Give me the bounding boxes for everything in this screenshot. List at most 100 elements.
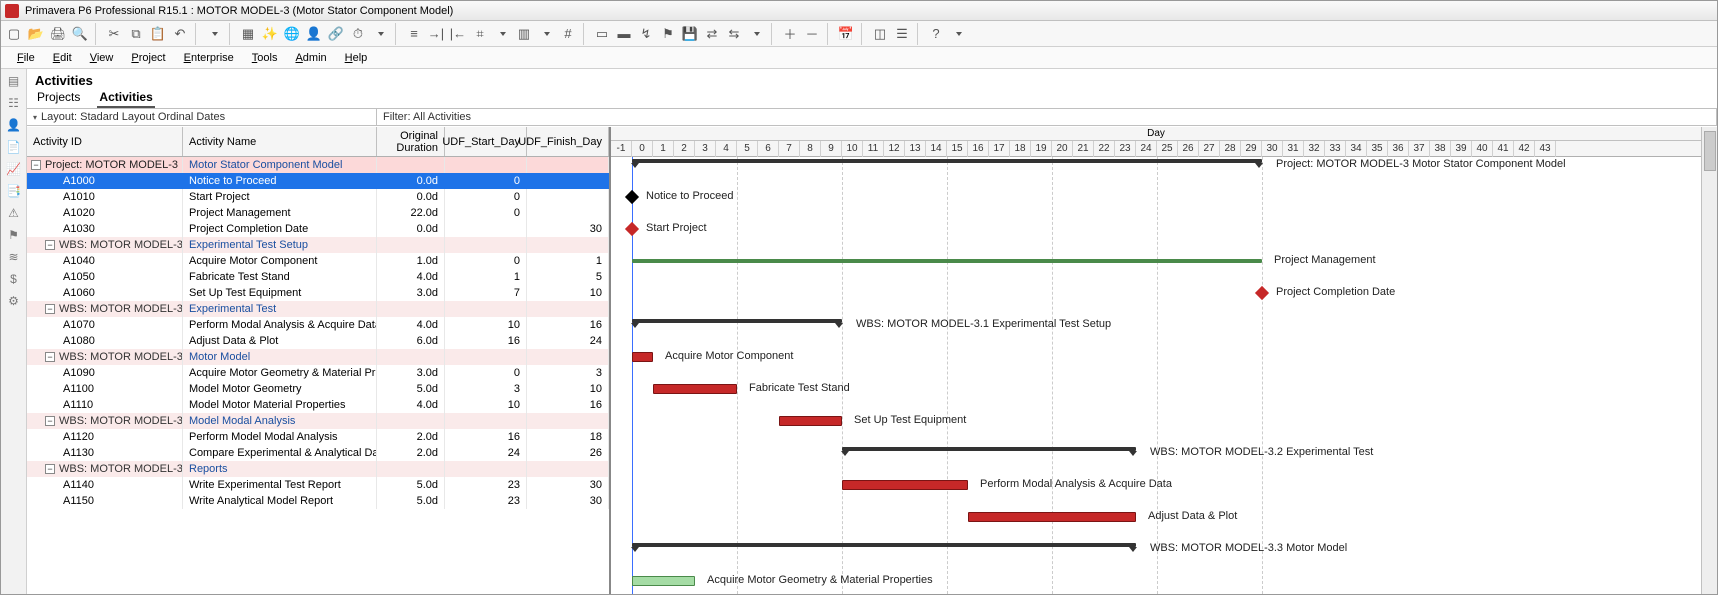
col-activity-name[interactable]: Activity Name [183, 127, 377, 156]
rail-expenses-icon[interactable]: $ [6, 271, 22, 287]
rail-admin-icon[interactable]: ⚙ [6, 293, 22, 309]
gantt-row[interactable]: Acquire Motor Geometry & Material Proper… [611, 573, 1701, 589]
gantt-chart[interactable]: Day -10123456789101112131415161718192021… [611, 127, 1701, 594]
gantt-row[interactable]: Project: MOTOR MODEL-3 Motor Stator Comp… [611, 157, 1701, 173]
rail-activities-icon[interactable]: ▤ [6, 73, 22, 89]
rail-issues-icon[interactable]: ⚠ [6, 205, 22, 221]
toolbar-new-button[interactable]: ▢ [3, 23, 25, 45]
toolbar-num-button[interactable]: # [557, 23, 579, 45]
gantt-row[interactable]: Project Completion Date [611, 285, 1701, 301]
activity-row[interactable]: A1010Start Project0.0d0 [27, 189, 609, 205]
activity-row[interactable]: A1110Model Motor Material Properties4.0d… [27, 397, 609, 413]
activity-row[interactable]: A1000Notice to Proceed0.0d0 [27, 173, 609, 189]
rail-tracking-icon[interactable]: 📈 [6, 161, 22, 177]
toolbar-dropdown[interactable] [947, 23, 969, 45]
gantt-row[interactable]: Notice to Proceed [611, 189, 1701, 205]
toolbar-wizard-button[interactable]: ✨ [259, 23, 281, 45]
toolbar-dropdown[interactable] [491, 23, 513, 45]
rail-docs-icon[interactable]: 📑 [6, 183, 22, 199]
toolbar-copy-button[interactable]: ⧉ [125, 23, 147, 45]
menu-admin[interactable]: Admin [287, 50, 334, 66]
toolbar-dropdown[interactable] [369, 23, 391, 45]
toolbar-global-button[interactable]: 🌐 [281, 23, 303, 45]
wbs-row[interactable]: −WBS: MOTOR MODEL-3.2Experimental Test [27, 301, 609, 317]
summary-bar[interactable] [842, 447, 1136, 451]
rail-resources-icon[interactable]: 👤 [6, 117, 22, 133]
rail-thresholds-icon[interactable]: ≋ [6, 249, 22, 265]
menu-project[interactable]: Project [123, 50, 173, 66]
col-udf-finish-day[interactable]: UDF_Finish_Day [527, 127, 609, 156]
milestone-icon[interactable] [1255, 286, 1269, 300]
summary-bar[interactable] [632, 159, 1262, 163]
rail-wbs-icon[interactable]: ☷ [6, 95, 22, 111]
menu-view[interactable]: View [82, 50, 122, 66]
col-udf-start-day[interactable]: UDF_Start_Day [445, 127, 527, 156]
toolbar-progress-button[interactable]: ▭ [591, 23, 613, 45]
toolbar-reflect-button[interactable]: ⇆ [723, 23, 745, 45]
milestone-icon[interactable] [625, 190, 639, 204]
gantt-row[interactable]: WBS: MOTOR MODEL-3.2 Experimental Test [611, 445, 1701, 461]
toolbar-dropdown[interactable] [535, 23, 557, 45]
toolbar-sched-button[interactable]: ⏱ [347, 23, 369, 45]
gantt-row[interactable]: Adjust Data & Plot [611, 509, 1701, 525]
milestone-icon[interactable] [625, 222, 639, 236]
task-bar[interactable] [632, 352, 653, 362]
toolbar-link-button[interactable]: 🔗 [325, 23, 347, 45]
toolbar-filter-button[interactable]: ⌗ [469, 23, 491, 45]
activity-row[interactable]: A1060Set Up Test Equipment3.0d710 [27, 285, 609, 301]
toolbar-timescale-button[interactable]: 📅 [835, 23, 857, 45]
toolbar-print-button[interactable]: 🖨 [47, 23, 69, 45]
gantt-row[interactable]: Acquire Motor Component [611, 349, 1701, 365]
toolbar-print-preview-button[interactable]: 🔍 [69, 23, 91, 45]
collapse-icon[interactable]: − [45, 304, 55, 314]
activity-row[interactable]: A1030Project Completion Date0.0d30 [27, 221, 609, 237]
activity-row[interactable]: A1080Adjust Data & Plot6.0d1624 [27, 333, 609, 349]
task-bar[interactable] [968, 512, 1136, 522]
tab-activities[interactable]: Activities [97, 88, 154, 108]
menu-file[interactable]: File [9, 50, 43, 66]
toolbar-indent-button[interactable]: →| [425, 23, 447, 45]
toolbar-spreadsheet-button[interactable]: ▦ [237, 23, 259, 45]
toolbar-trace-button[interactable]: ↯ [635, 23, 657, 45]
layout-cell[interactable]: ▾ Layout: Stadard Layout Ordinal Dates [27, 109, 377, 125]
toolbar-claim-button[interactable]: ⚑ [657, 23, 679, 45]
menu-tools[interactable]: Tools [244, 50, 286, 66]
collapse-icon[interactable]: − [45, 464, 55, 474]
activity-row[interactable]: A1140Write Experimental Test Report5.0d2… [27, 477, 609, 493]
collapse-icon[interactable]: − [45, 240, 55, 250]
toolbar-baseline-button[interactable]: ▬ [613, 23, 635, 45]
toolbar-cut-button[interactable]: ✂ [103, 23, 125, 45]
gantt-row[interactable]: Set Up Test Equipment [611, 413, 1701, 429]
rail-reports-icon[interactable]: 📄 [6, 139, 22, 155]
activity-row[interactable]: A1070Perform Modal Analysis & Acquire Da… [27, 317, 609, 333]
collapse-icon[interactable]: − [31, 160, 41, 170]
vertical-scrollbar[interactable] [1701, 127, 1717, 594]
menu-edit[interactable]: Edit [45, 50, 80, 66]
toolbar-zoom-out-button[interactable]: － [801, 23, 823, 45]
activity-row[interactable]: A1050Fabricate Test Stand4.0d15 [27, 269, 609, 285]
gantt-row[interactable]: Perform Modal Analysis & Acquire Data [611, 477, 1701, 493]
task-bar[interactable] [842, 480, 968, 490]
menu-help[interactable]: Help [337, 50, 376, 66]
col-activity-id[interactable]: Activity ID [27, 127, 183, 156]
activity-row[interactable]: A1120Perform Model Modal Analysis2.0d161… [27, 429, 609, 445]
toolbar-undo-button[interactable]: ↶ [169, 23, 191, 45]
toolbar-help-button[interactable]: ? [925, 23, 947, 45]
rail-risks-icon[interactable]: ⚑ [6, 227, 22, 243]
gantt-row[interactable]: Project Management [611, 253, 1701, 269]
toolbar-cols-button[interactable]: ▥ [513, 23, 535, 45]
task-bar[interactable] [632, 576, 695, 586]
toolbar-outdent-button[interactable]: |← [447, 23, 469, 45]
task-bar[interactable] [779, 416, 842, 426]
wbs-row[interactable]: −WBS: MOTOR MODEL-3.3Motor Model [27, 349, 609, 365]
activity-row[interactable]: A1130Compare Experimental & Analytical D… [27, 445, 609, 461]
wbs-row[interactable]: −WBS: MOTOR MODEL-3.1Experimental Test S… [27, 237, 609, 253]
toolbar-zoom-in-button[interactable]: ＋ [779, 23, 801, 45]
toolbar-align-left-button[interactable]: ≡ [403, 23, 425, 45]
toolbar-open-button[interactable]: 📂 [25, 23, 47, 45]
activity-row[interactable]: A1150Write Analytical Model Report5.0d23… [27, 493, 609, 509]
gantt-row[interactable]: Start Project [611, 221, 1701, 237]
col-original-duration[interactable]: Original Duration [377, 127, 445, 156]
toolbar-layout2-button[interactable]: ☰ [891, 23, 913, 45]
toolbar-store-button[interactable]: 💾 [679, 23, 701, 45]
